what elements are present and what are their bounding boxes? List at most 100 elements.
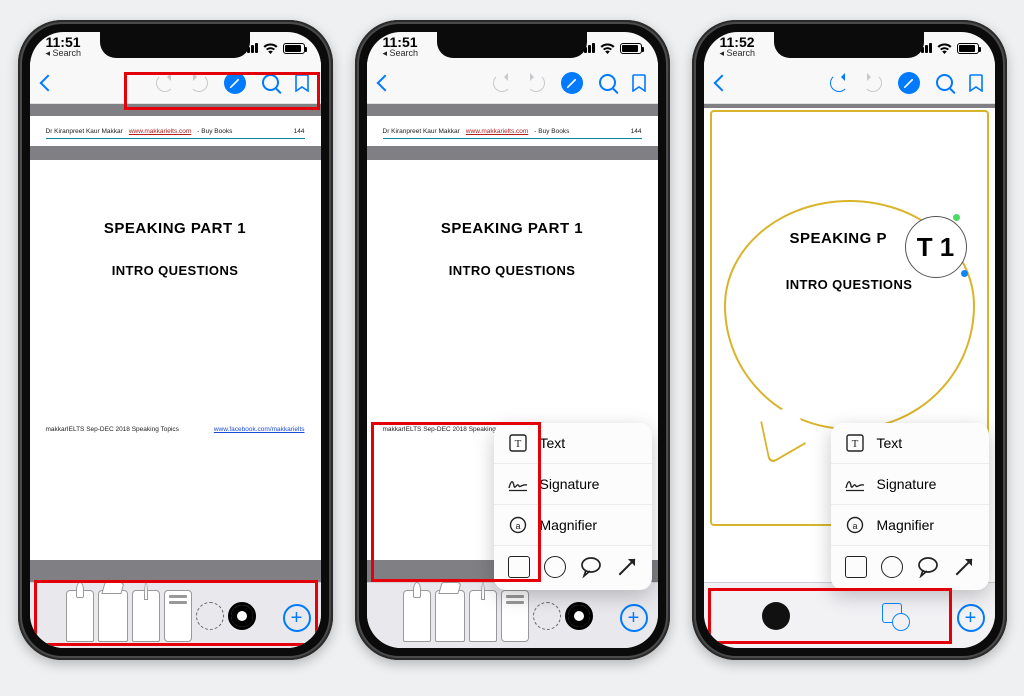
popover-signature-option[interactable]: Signature <box>494 464 652 505</box>
fill-color-swatch[interactable] <box>762 602 790 630</box>
bookmark-button[interactable] <box>295 74 309 92</box>
search-button[interactable] <box>936 74 953 91</box>
battery-icon <box>957 43 979 54</box>
markup-toolbar <box>30 582 321 648</box>
add-shape-button[interactable]: + <box>957 604 985 632</box>
add-shape-popover: T Text Signature a Magnifier <box>494 423 652 590</box>
shape-arrow[interactable] <box>953 556 975 578</box>
redo-button[interactable] <box>190 74 208 92</box>
lasso-tool[interactable] <box>196 602 224 630</box>
wifi-icon <box>937 43 952 54</box>
svg-text:T: T <box>514 438 521 450</box>
magnifier-zoom-handle[interactable] <box>961 270 968 277</box>
pen-tool[interactable] <box>403 590 431 642</box>
phone-frame-1: 11:51 ◂ Search <box>18 20 333 660</box>
top-toolbar <box>704 62 995 104</box>
pencil-tool[interactable] <box>469 590 497 642</box>
popover-signature-option[interactable]: Signature <box>831 464 989 505</box>
markup-toolbar-shape-mode <box>704 582 995 648</box>
popover-text-option[interactable]: T Text <box>494 423 652 464</box>
svg-text:T: T <box>851 438 858 450</box>
search-button[interactable] <box>262 74 279 91</box>
page-header-strip: Dr Kiranpreet Kaur Makkarwww.makkarielts… <box>367 116 658 146</box>
screen-2: 11:51 ◂ Search Dr Kiranpreet K <box>367 32 658 648</box>
page-heading-1: SPEAKING PART 1 <box>46 220 305 237</box>
add-shape-button[interactable]: + <box>283 604 311 632</box>
back-button[interactable] <box>376 74 393 91</box>
redo-button[interactable] <box>864 74 882 92</box>
eraser-tool[interactable] <box>501 590 529 642</box>
popover-magnifier-option[interactable]: a Magnifier <box>494 505 652 546</box>
screen-3: 11:52 ◂ Search Dr Kiran <box>704 32 995 648</box>
markup-toolbar <box>367 582 658 648</box>
shape-speech-bubble[interactable] <box>917 556 939 578</box>
popover-shapes-row <box>494 546 652 590</box>
notch <box>774 32 924 58</box>
color-picker[interactable] <box>565 602 593 630</box>
popover-magnifier-option[interactable]: a Magnifier <box>831 505 989 546</box>
shape-speech-bubble[interactable] <box>580 556 602 578</box>
page-heading-1: SPEAKING PART 1 <box>383 220 642 237</box>
page-heading-2: INTRO QUESTIONS <box>46 263 305 278</box>
shape-rectangle[interactable] <box>845 556 867 578</box>
magnifier-loupe-icon: a <box>508 515 528 535</box>
search-button[interactable] <box>599 74 616 91</box>
document-page: SPEAKING PART 1 INTRO QUESTIONS makkarIE… <box>30 160 321 560</box>
redo-button[interactable] <box>527 74 545 92</box>
highlighter-tool[interactable] <box>98 590 128 642</box>
signature-icon <box>845 474 865 494</box>
shape-arrow[interactable] <box>616 556 638 578</box>
highlighter-tool[interactable] <box>435 590 465 642</box>
status-back-label: ◂ Search <box>46 48 82 59</box>
status-time: 11:52 <box>720 37 756 48</box>
svg-text:a: a <box>515 521 520 531</box>
signature-icon <box>508 474 528 494</box>
shape-circle[interactable] <box>881 556 903 578</box>
shape-style-button[interactable] <box>882 603 908 629</box>
lasso-tool[interactable] <box>533 602 561 630</box>
add-shape-popover: T Text Signature a Magnifier <box>831 423 989 590</box>
screen-1: 11:51 ◂ Search <box>30 32 321 648</box>
pen-tool[interactable] <box>66 590 94 642</box>
shape-circle[interactable] <box>544 556 566 578</box>
bookmark-button[interactable] <box>632 74 646 92</box>
top-toolbar <box>30 62 321 104</box>
text-box-icon: T <box>508 433 528 453</box>
popover-shapes-row <box>831 546 989 590</box>
notch <box>437 32 587 58</box>
magnifier-loupe-icon: a <box>845 515 865 535</box>
status-time: 11:51 <box>46 37 82 48</box>
wifi-icon <box>263 43 278 54</box>
color-picker[interactable] <box>228 602 256 630</box>
battery-icon <box>283 43 305 54</box>
undo-button[interactable] <box>830 74 848 92</box>
status-back-label: ◂ Search <box>383 48 419 59</box>
magnifier-resize-handle[interactable] <box>953 214 960 221</box>
phone-frame-2: 11:51 ◂ Search Dr Kiranpreet K <box>355 20 670 660</box>
notch <box>100 32 250 58</box>
eraser-tool[interactable] <box>164 590 192 642</box>
battery-icon <box>620 43 642 54</box>
back-button[interactable] <box>39 74 56 91</box>
undo-button[interactable] <box>493 74 511 92</box>
undo-button[interactable] <box>156 74 174 92</box>
page-header-strip: Dr Kiranpreet Kaur Makkarwww.makkarielts… <box>30 116 321 146</box>
popover-text-option[interactable]: T Text <box>831 423 989 464</box>
status-time: 11:51 <box>383 37 419 48</box>
add-shape-button[interactable]: + <box>620 604 648 632</box>
svg-text:a: a <box>852 521 857 531</box>
magnifier-loupe-overlay[interactable]: T 1 <box>905 216 967 278</box>
text-box-icon: T <box>845 433 865 453</box>
phone-frame-3: 11:52 ◂ Search Dr Kiran <box>692 20 1007 660</box>
wifi-icon <box>600 43 615 54</box>
status-back-label: ◂ Search <box>720 48 756 59</box>
pencil-tool[interactable] <box>132 590 160 642</box>
markup-button[interactable] <box>561 72 583 94</box>
page-heading-2: INTRO QUESTIONS <box>383 263 642 278</box>
markup-button[interactable] <box>224 72 246 94</box>
shape-rectangle[interactable] <box>508 556 530 578</box>
markup-button[interactable] <box>898 72 920 94</box>
bookmark-button[interactable] <box>969 74 983 92</box>
content-area[interactable]: Dr Kiranpreet Kaur Makkarwww.makkarielts… <box>30 104 321 582</box>
back-button[interactable] <box>713 74 730 91</box>
